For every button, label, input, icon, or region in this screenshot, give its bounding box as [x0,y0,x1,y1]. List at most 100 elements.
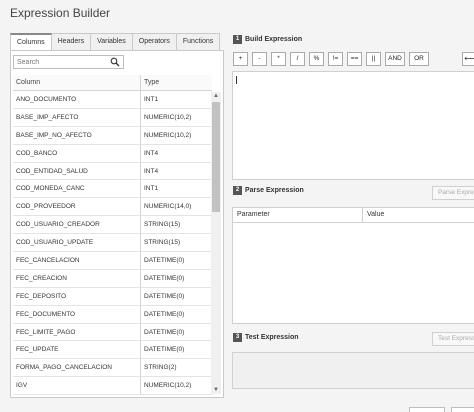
column-type-cell: STRING(2) [144,364,177,372]
table-row[interactable]: FEC_DOCUMENTO DATETIME(0) [13,305,212,324]
column-type-cell: INT1 [144,185,159,193]
table-row[interactable]: FEC_UPDATE DATETIME(0) [13,341,212,360]
column-name-cell: COD_USUARIO_CREADOR [13,216,141,234]
columns-pane: Column Type ANO_DOCUMENTOINT1BASE_IMP_AF… [10,50,224,398]
ok-button[interactable] [409,407,445,412]
column-type-cell: INT1 [144,96,159,103]
table-row[interactable]: BASE_IMP_AFECTO NUMERIC(10,2) [13,108,212,127]
parameter-header: Parameter [233,208,363,222]
parse-expression-title: Parse Expression [245,187,304,194]
search-icon[interactable] [110,57,120,67]
column-type-cell: INT4 [144,149,159,157]
column-type-cell: NUMERIC(10,2) [144,131,192,139]
column-name-cell: BASE_IMP_NO_AFECTO [13,126,141,144]
scroll-up-icon[interactable]: ▲ [212,92,220,100]
column-name-cell: FEC_CREACION [13,269,141,287]
table-row[interactable]: COD_BANCO INT4 [13,144,212,163]
column-name-cell: FEC_UPDATE [13,341,141,359]
parse-expression-button[interactable]: Parse Expression [432,186,474,200]
column-name-cell: COD_USUARIO_UPDATE [13,234,141,252]
table-row[interactable]: COD_USUARIO_UPDATE STRING(15) [13,234,212,253]
columns-scrollbar[interactable]: ▲ ▼ [211,92,221,394]
table-row[interactable]: ANO_DOCUMENTO INT1 [13,91,212,109]
left-tabs: Columns Headers Variables Operators Func… [10,33,221,50]
section-number-test: 3 [233,333,242,342]
search-box [13,55,124,69]
column-type-cell: NUMERIC(10,2) [144,113,192,121]
column-name-cell: FEC_LIMITE_PAGO [13,323,141,341]
column-name-cell: COD_BANCO [13,144,141,162]
column-type-cell: DATETIME(0) [144,346,185,354]
value-header: Value [367,211,385,218]
table-row[interactable]: COD_ENTIDAD_SALUD INT4 [13,162,212,181]
column-header-column[interactable]: Column [13,75,141,90]
expression-editor[interactable] [232,71,474,180]
cancel-button[interactable] [451,407,474,412]
backspace-button[interactable]: ⟵ [462,52,474,66]
operator-toolbar: + - * / % != == || AND OR [233,52,433,66]
column-name-cell: BASE_IMP_AFECTO [13,108,141,126]
table-row[interactable]: COD_PROVEEDOR NUMERIC(14,0) [13,198,212,217]
column-name-cell: ANO_DOCUMENTO [13,91,141,108]
operator-plus-button[interactable]: + [233,52,248,66]
test-expression-title: Test Expression [245,334,299,341]
operator-divide-button[interactable]: / [290,52,305,66]
tab-operators[interactable]: Operators [132,33,177,50]
table-row[interactable]: FEC_DEPOSITO DATETIME(0) [13,287,212,306]
column-name-cell: IGV [13,377,141,395]
column-type-cell: DATETIME(0) [144,292,185,300]
column-type-cell: DATETIME(0) [144,257,185,265]
table-row[interactable]: COD_MONEDA_CANC INT1 [13,180,212,199]
columns-table-body: ANO_DOCUMENTO INT1 BASE_IMP_AFECTO NUMERIC(… [13,91,212,396]
operator-minus-button[interactable]: - [252,52,267,66]
parameter-table: Parameter Value [232,207,474,324]
build-expression-title: Build Expression [245,36,303,43]
search-input[interactable] [14,56,108,68]
operator-and-button[interactable]: AND [385,52,405,66]
operator-or-button[interactable]: OR [409,52,429,66]
column-name-cell: FEC_DEPOSITO [13,287,141,305]
tab-functions[interactable]: Functions [176,33,221,50]
table-row[interactable]: FEC_LIMITE_PAGO DATETIME(0) [13,323,212,342]
scrollbar-thumb[interactable] [212,102,220,212]
scroll-down-icon[interactable]: ▼ [212,386,220,394]
tab-variables[interactable]: Variables [91,33,133,50]
column-type-cell: INT4 [144,167,159,175]
column-type-cell: DATETIME(0) [144,328,185,336]
column-type-cell: DATETIME(0) [144,274,185,282]
column-type-cell: STRING(15) [144,221,181,229]
parameter-table-header: Parameter Value [233,208,474,223]
columns-table-header: Column Type [13,75,212,91]
table-row[interactable]: FEC_CREACION DATETIME(0) [13,269,212,288]
column-name-cell: FEC_DOCUMENTO [13,305,141,323]
table-row[interactable]: FORMA_PAGO_CANCELACION STRING(2) [13,359,212,378]
section-number-build: 1 [233,35,242,44]
column-type-cell: DATETIME(0) [144,310,185,318]
operator-concat-button[interactable]: || [366,52,381,66]
column-type-cell: STRING(15) [144,239,181,247]
column-type-cell: NUMERIC(14,0) [144,203,192,211]
table-row[interactable]: FEC_CANCELACION DATETIME(0) [13,252,212,270]
column-header-type[interactable]: Type [141,75,212,90]
column-name-cell: FORMA_PAGO_CANCELACION [13,359,141,377]
section-number-parse: 2 [233,186,242,195]
table-row[interactable]: IGV NUMERIC(10,2) [13,377,212,396]
operator-modulo-button[interactable]: % [309,52,324,66]
test-result-box [232,352,474,389]
columns-table: Column Type ANO_DOCUMENTO INT1 BASE_IMP_AF… [13,75,212,396]
tab-columns[interactable]: Columns [10,33,52,50]
text-cursor [236,76,237,84]
column-type-cell: NUMERIC(10,2) [144,382,192,390]
test-expression-button[interactable]: Test Expression [432,332,474,346]
column-name-cell: COD_ENTIDAD_SALUD [13,162,141,180]
column-name-cell: COD_MONEDA_CANC [13,180,141,198]
table-row[interactable]: BASE_IMP_NO_AFECTO NUMERIC(10,2) [13,126,212,145]
table-row[interactable]: COD_USUARIO_CREADOR STRING(15) [13,216,212,235]
tab-headers[interactable]: Headers [51,33,92,50]
window-title: Expression Builder [10,6,111,20]
operator-not-equal-button[interactable]: != [328,52,343,66]
operator-equal-button[interactable]: == [347,52,362,66]
column-name-cell: COD_PROVEEDOR [13,198,141,216]
operator-multiply-button[interactable]: * [271,52,286,66]
column-name-cell: FEC_CANCELACION [13,252,141,269]
